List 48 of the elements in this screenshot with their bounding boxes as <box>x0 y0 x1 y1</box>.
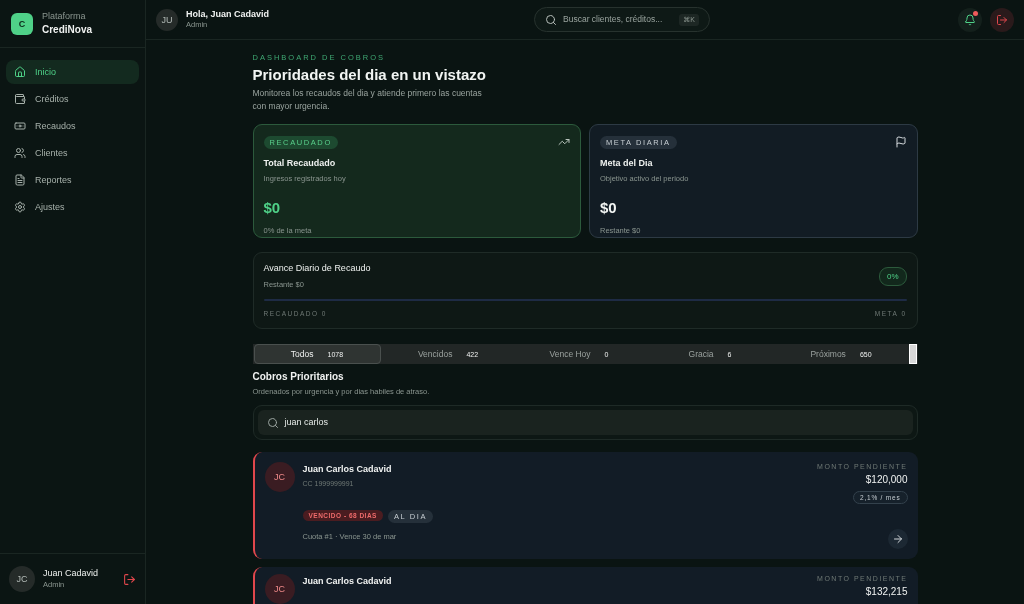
client-avatar: JC <box>264 462 295 492</box>
logout-button[interactable] <box>990 7 1014 32</box>
stat-value: $0 <box>600 198 618 216</box>
nav-item[interactable]: Clientes <box>6 141 139 165</box>
logout-icon[interactable] <box>123 572 136 586</box>
nav-item[interactable]: Créditos <box>6 87 139 111</box>
home-icon <box>14 66 26 78</box>
stat-title: Meta del Dia <box>600 158 654 170</box>
wallet-icon <box>14 93 26 105</box>
logout-icon <box>996 13 1008 26</box>
search-value: juan carlos <box>284 416 329 429</box>
user-avatar: JC <box>9 566 35 592</box>
notifications-button[interactable] <box>958 7 982 32</box>
search-icon <box>545 13 558 26</box>
page-subtitle: Monitorea los recaudos del dia y atiende primero las cuentas con mayor urgencia. <box>252 86 483 113</box>
nav-item[interactable]: Inicio <box>6 60 139 84</box>
client-avatar: JC <box>264 574 295 604</box>
arrow-right-icon <box>891 533 904 545</box>
nav-item[interactable]: Ajustes <box>6 195 139 219</box>
greeting: Hola, Juan Cadavid <box>186 8 270 21</box>
stat-value: $0 <box>263 198 282 216</box>
amount-value: $120,000 <box>865 473 908 487</box>
section-title: Cobros Prioritarios <box>252 370 345 384</box>
user-avatar: JU <box>156 8 178 31</box>
brand-name: CrediNova <box>42 22 92 36</box>
open-button[interactable] <box>887 529 908 549</box>
bell-icon <box>964 13 976 26</box>
document-icon <box>14 174 26 186</box>
progress-percent: 0% <box>878 267 907 287</box>
brand-logo: C <box>11 12 33 35</box>
brand-label: Plataforma <box>42 11 87 23</box>
banknote-icon <box>14 120 26 132</box>
user-name: Juan Cadavid <box>43 568 99 580</box>
page-title: Prioridades del dia en un vistazo <box>252 65 487 83</box>
client-name: Juan Carlos Cadavid <box>302 576 393 588</box>
nav-item[interactable]: Recaudos <box>6 114 139 138</box>
users-icon <box>14 147 26 159</box>
flag-icon <box>894 136 907 149</box>
progress-title: Avance Diario de Recaudo <box>263 263 371 275</box>
nav-item[interactable]: Reportes <box>6 168 139 192</box>
search-placeholder: Buscar clientes, créditos... <box>563 13 663 25</box>
client-name: Juan Carlos Cadavid <box>302 464 393 476</box>
settings-icon <box>14 201 26 213</box>
search-icon <box>266 416 279 429</box>
search-field[interactable]: juan carlos <box>257 410 913 435</box>
scroll-handle[interactable] <box>908 344 917 365</box>
stat-title: Total Recaudado <box>263 158 337 170</box>
amount-value: $132,215 <box>865 585 908 599</box>
